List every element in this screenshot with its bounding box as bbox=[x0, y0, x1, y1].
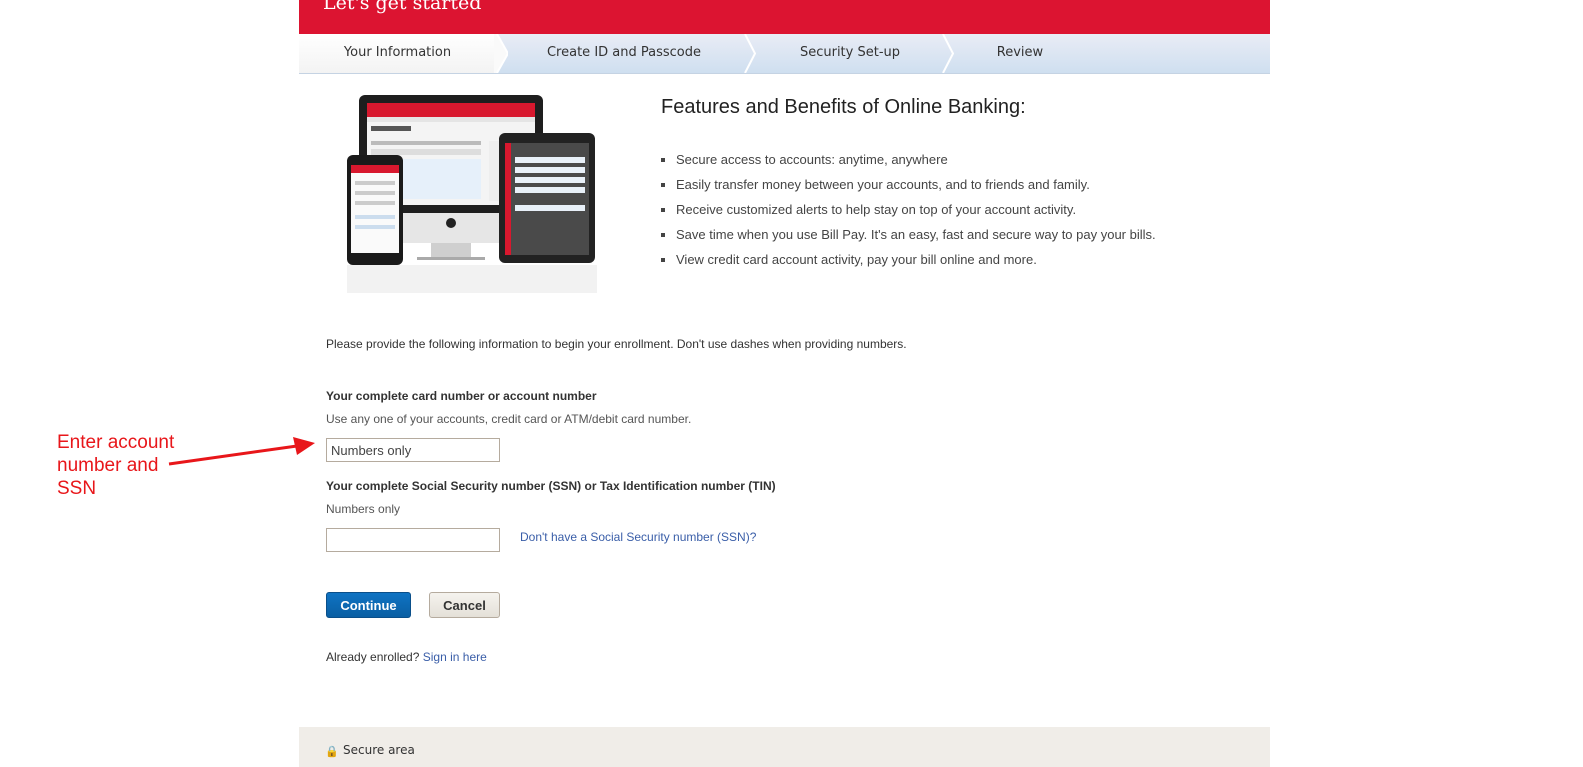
cancel-button[interactable]: Cancel bbox=[429, 592, 500, 618]
bullet-icon bbox=[661, 208, 665, 212]
devices-illustration bbox=[347, 95, 597, 293]
continue-button[interactable]: Continue bbox=[326, 592, 411, 618]
bullet-icon bbox=[661, 158, 665, 162]
step-chevron-icon bbox=[494, 34, 508, 73]
secure-area-text: Secure area bbox=[343, 743, 415, 757]
already-enrolled: Already enrolled? Sign in here bbox=[326, 650, 487, 664]
step-chevron-icon bbox=[942, 34, 955, 73]
features-list: Secure access to accounts: anytime, anyw… bbox=[661, 150, 1156, 275]
sign-in-link[interactable]: Sign in here bbox=[423, 650, 487, 664]
no-ssn-link[interactable]: Don't have a Social Security number (SSN… bbox=[520, 530, 756, 544]
feature-item: View credit card account activity, pay y… bbox=[661, 250, 1156, 275]
bullet-icon bbox=[661, 183, 665, 187]
account-number-help: Use any one of your accounts, credit car… bbox=[326, 412, 692, 426]
step-create-id: Create ID and Passcode bbox=[509, 34, 739, 73]
step-review: Review bbox=[955, 34, 1085, 73]
ssn-label: Your complete Social Security number (SS… bbox=[326, 479, 776, 493]
ssn-help: Numbers only bbox=[326, 502, 401, 516]
bullet-icon bbox=[661, 258, 665, 262]
enrollment-intro: Please provide the following information… bbox=[326, 337, 907, 351]
page-title: Let's get started bbox=[323, 0, 482, 14]
step-your-information: Your Information bbox=[299, 34, 496, 73]
step-security-setup: Security Set-up bbox=[757, 34, 943, 73]
step-label: Your Information bbox=[343, 45, 452, 60]
annotation-arrow-icon bbox=[168, 437, 315, 466]
account-number-label: Your complete card number or account num… bbox=[326, 389, 597, 403]
account-number-input[interactable] bbox=[326, 438, 500, 462]
step-label: Review bbox=[996, 45, 1044, 60]
step-label: Create ID and Passcode bbox=[546, 45, 701, 60]
already-enrolled-text: Already enrolled? bbox=[326, 650, 420, 664]
step-label: Security Set-up bbox=[799, 45, 901, 60]
feature-item: Receive customized alerts to help stay o… bbox=[661, 200, 1156, 225]
feature-item: Easily transfer money between your accou… bbox=[661, 175, 1156, 200]
footer: 🔒 Secure area bbox=[299, 727, 1270, 767]
feature-item: Secure access to accounts: anytime, anyw… bbox=[661, 150, 1156, 175]
header-banner: Let's get started bbox=[299, 0, 1270, 34]
enrollment-page: Let's get started Your Information Creat… bbox=[299, 0, 1270, 767]
lock-icon: 🔒 bbox=[325, 746, 339, 758]
feature-item: Save time when you use Bill Pay. It's an… bbox=[661, 225, 1156, 250]
features-heading: Features and Benefits of Online Banking: bbox=[661, 96, 1026, 118]
progress-steps: Your Information Create ID and Passcode … bbox=[299, 34, 1270, 74]
ssn-input[interactable] bbox=[326, 528, 500, 552]
step-chevron-icon bbox=[744, 34, 757, 73]
bullet-icon bbox=[661, 233, 665, 237]
